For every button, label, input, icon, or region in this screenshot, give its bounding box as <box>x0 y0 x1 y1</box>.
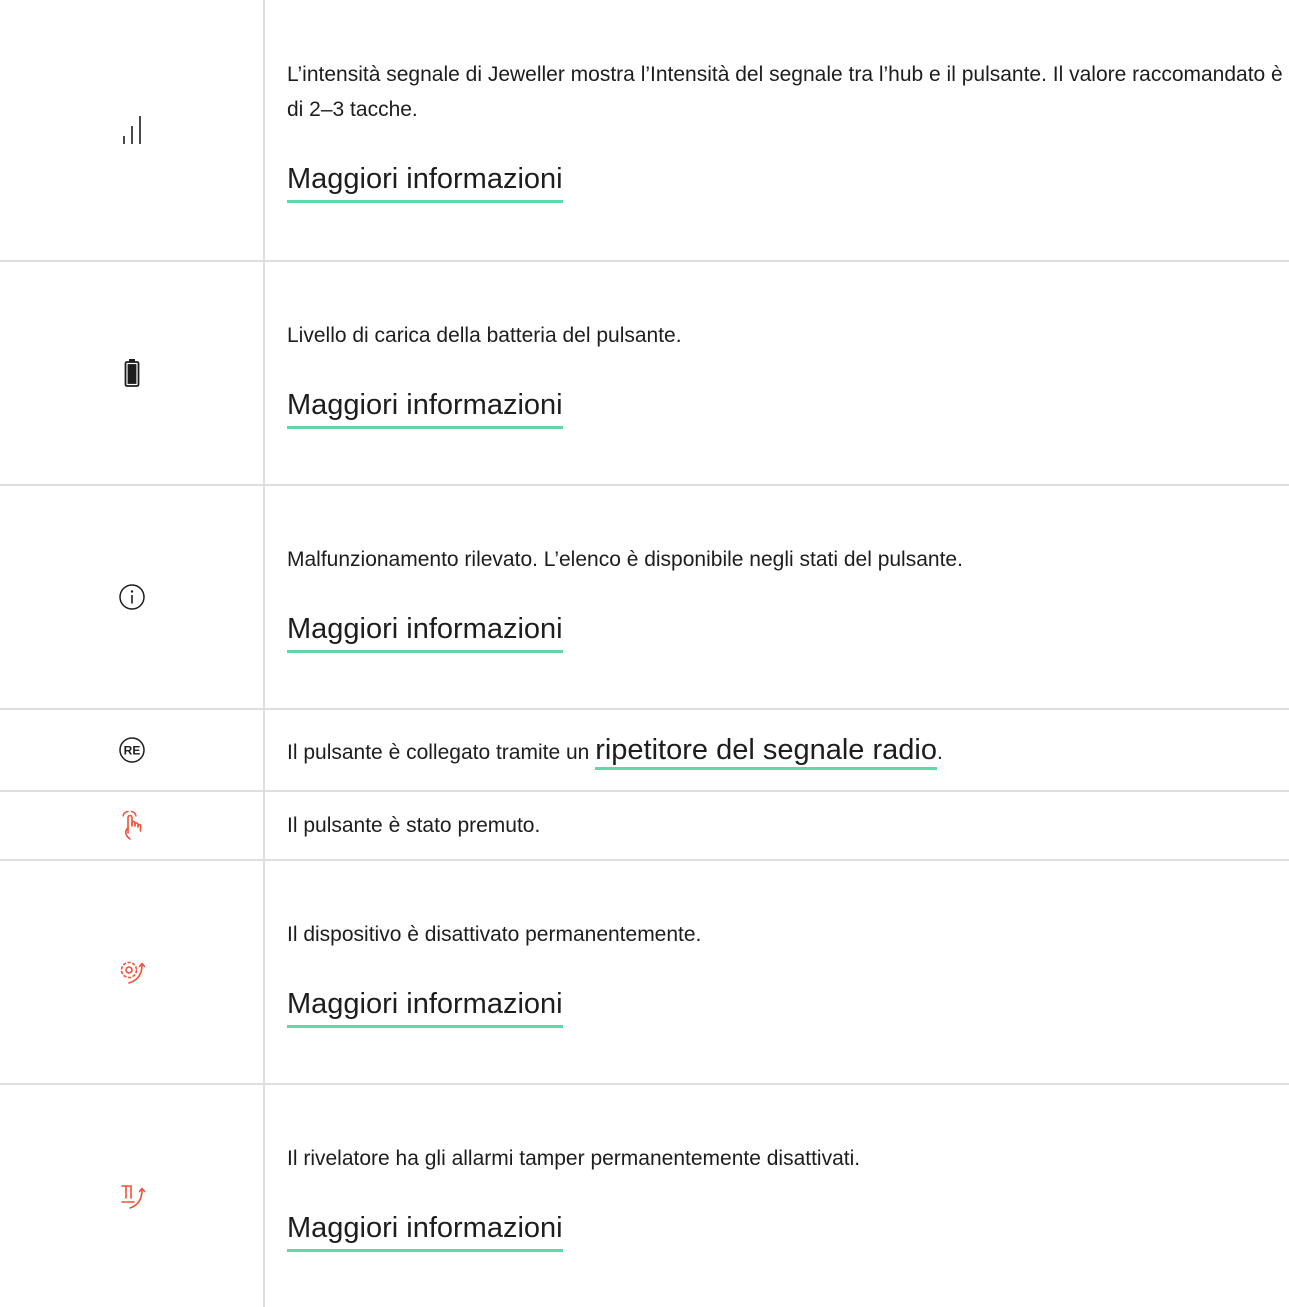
table-row: RE Il pulsante è collegato tramite un ri… <box>0 709 1289 792</box>
re-repeater-icon: RE <box>118 737 145 763</box>
finger-press-icon <box>121 810 141 840</box>
more-info-link[interactable]: Maggiori informazioni <box>287 385 563 429</box>
more-info-link[interactable]: Maggiori informazioni <box>287 159 563 203</box>
row-description-text: Il pulsante è collegato tramite un <box>287 741 596 764</box>
description-cell: Il rivelatore ha gli allarmi tamper perm… <box>264 1084 1289 1307</box>
re-icon-label: RE <box>123 744 140 758</box>
table-row: Livello di carica della batteria del pul… <box>0 261 1289 486</box>
info-icon <box>118 584 145 610</box>
table-row: Il rivelatore ha gli allarmi tamper perm… <box>0 1084 1289 1307</box>
icon-cell <box>0 0 265 262</box>
row-description: Il rivelatore ha gli allarmi tamper perm… <box>287 1146 861 1170</box>
row-description: Il pulsante è collegato tramite un ripet… <box>287 730 1283 770</box>
description-cell: Malfunzionamento rilevato. L’elenco è di… <box>264 485 1289 710</box>
signal-strength-icon <box>122 116 141 144</box>
battery-icon <box>124 359 139 387</box>
table-row: L’intensità segnale di Jeweller mostra l… <box>0 0 1289 262</box>
row-description-suffix: . <box>936 741 943 764</box>
description-cell: Il dispositivo è disattivato permanentem… <box>264 860 1289 1085</box>
more-info-link[interactable]: Maggiori informazioni <box>287 1208 563 1252</box>
tamper-disabled-icon <box>120 1185 145 1209</box>
icons-table: L’intensità segnale di Jeweller mostra l… <box>0 0 1289 1307</box>
icon-cell <box>0 485 265 710</box>
row-description: Il pulsante è stato premuto. <box>287 814 541 837</box>
more-info-link[interactable]: Maggiori informazioni <box>287 609 563 653</box>
description-cell: L’intensità segnale di Jeweller mostra l… <box>264 0 1289 262</box>
table-row: Il pulsante è stato premuto. <box>0 791 1289 861</box>
description-cell: Livello di carica della batteria del pul… <box>264 261 1289 486</box>
row-description: Malfunzionamento rilevato. L’elenco è di… <box>287 547 963 571</box>
table-row: Malfunzionamento rilevato. L’elenco è di… <box>0 485 1289 710</box>
row-description: L’intensità segnale di Jeweller mostra l… <box>287 63 1283 121</box>
icon-cell: RE <box>0 709 265 792</box>
description-cell: Il pulsante è collegato tramite un ripet… <box>264 709 1289 792</box>
icon-cell <box>0 261 265 486</box>
more-info-link[interactable]: Maggiori informazioni <box>287 984 563 1028</box>
description-cell: Il pulsante è stato premuto. <box>264 791 1289 861</box>
row-description: Livello di carica della batteria del pul… <box>287 323 682 347</box>
icon-cell <box>0 1084 265 1307</box>
icon-cell <box>0 860 265 1085</box>
gear-disabled-icon <box>120 961 145 984</box>
icon-cell <box>0 791 265 861</box>
repeater-link[interactable]: ripetitore del segnale radio <box>595 734 937 770</box>
row-description: Il dispositivo è disattivato permanentem… <box>287 922 702 946</box>
table-row: Il dispositivo è disattivato permanentem… <box>0 860 1289 1085</box>
